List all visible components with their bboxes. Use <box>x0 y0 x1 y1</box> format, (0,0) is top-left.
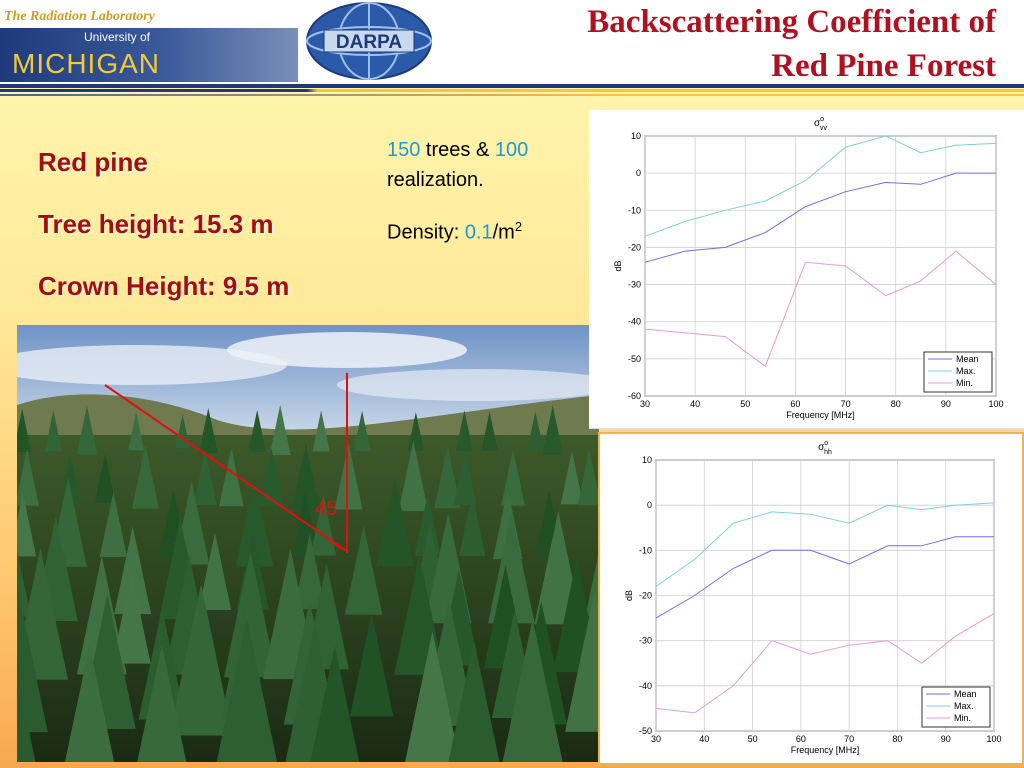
y-tick-label: 10 <box>642 455 652 465</box>
title-line-1: Backscattering Coefficient of <box>587 4 996 40</box>
chart-title: σo hh <box>818 440 832 456</box>
density-label: Density: <box>387 221 465 244</box>
x-tick-label: 50 <box>740 399 750 409</box>
header-rule-accent <box>0 89 1024 92</box>
chart-title-subscript: vv <box>820 125 828 132</box>
realization-text: realization. <box>387 169 484 191</box>
x-tick-label: 70 <box>841 399 851 409</box>
x-axis-label: Frequency [MHz] <box>786 410 855 420</box>
x-tick-label: 40 <box>699 734 709 744</box>
y-tick-label: -60 <box>628 391 641 401</box>
legend-entry: Max. <box>956 366 976 376</box>
y-tick-label: -30 <box>628 280 641 290</box>
y-tick-label: 10 <box>631 131 641 141</box>
x-tick-label: 60 <box>796 734 806 744</box>
lab-name: The Radiation Laboratory <box>4 9 155 24</box>
sigma-hh-chart: 30 40 50 60 70 80 90 100 10 0 -10 -20 -30 -40 -50 Frequ… <box>598 432 1024 765</box>
chart-title-superscript: o <box>824 440 828 447</box>
incidence-angle-label: 45 <box>315 498 337 520</box>
y-tick-label: -40 <box>628 317 641 327</box>
x-tick-label: 100 <box>988 399 1003 409</box>
header-rule-thin <box>0 94 1024 96</box>
y-tick-label: 0 <box>647 500 652 510</box>
michigan-logo: University of MICHIGAN <box>0 28 298 82</box>
y-tick-label: -10 <box>628 205 641 215</box>
y-tick-label: -50 <box>628 354 641 364</box>
x-tick-label: 90 <box>941 734 951 744</box>
university-of-text: University of <box>84 30 151 44</box>
y-axis-label: dB <box>613 260 623 271</box>
forest-rendering: 45 <box>17 325 599 762</box>
x-tick-label: 30 <box>640 399 650 409</box>
y-tick-label: 0 <box>636 168 641 178</box>
sigma-hh-plot: 30 40 50 60 70 80 90 100100-10-20-30-40-50Frequ… <box>624 440 1002 755</box>
x-tick-label: 70 <box>844 734 854 744</box>
x-tick-label: 100 <box>986 734 1001 744</box>
legend-entry: Mean <box>956 354 979 364</box>
sigma-vv-plot: 30 40 50 60 70 80 90 100100-10-20-30-40-50-60Fr… <box>613 116 1004 420</box>
title-line-2: Red Pine Forest <box>771 48 996 84</box>
michigan-text: MICHIGAN <box>12 48 160 79</box>
x-axis-label: Frequency [MHz] <box>791 745 860 755</box>
darpa-globe-icon: DARPA <box>306 2 432 80</box>
chart-title-superscript: o <box>820 116 824 123</box>
slide-title: Backscattering Coefficient of Red Pine F… <box>587 0 996 88</box>
header-rule <box>0 84 1024 88</box>
x-tick-label: 30 <box>651 734 661 744</box>
x-tick-label: 80 <box>892 734 902 744</box>
trees-text: trees & <box>420 139 495 161</box>
sigma-vv-chart: 30 40 50 60 70 80 90 100 10 0 -10 -20 -30 -40 -50 -60 Fr… <box>589 110 1024 429</box>
y-tick-label: -10 <box>639 545 652 555</box>
density-unit: /m <box>492 221 515 244</box>
y-tick-label: -30 <box>639 636 652 646</box>
x-tick-label: 90 <box>941 399 951 409</box>
y-tick-label: -20 <box>639 591 652 601</box>
realizations-count: 100 <box>494 139 529 161</box>
density-exponent: 2 <box>514 219 523 234</box>
density-value: 0.1 <box>464 221 493 244</box>
legend-entry: Min. <box>954 713 971 723</box>
y-tick-label: -50 <box>639 726 652 736</box>
y-axis-label: dB <box>624 590 634 601</box>
chart-title: σo vv <box>814 116 828 132</box>
tree-height-label: Tree height: 15.3 m <box>38 209 274 239</box>
legend-entry: Mean <box>954 689 977 699</box>
y-tick-label: -40 <box>639 681 652 691</box>
forest-scene-image: 45 <box>17 325 599 762</box>
darpa-text: DARPA <box>336 32 402 53</box>
slide-header: The Radiation Laboratory University of M… <box>0 0 1024 84</box>
chart-title-subscript: hh <box>824 449 832 456</box>
legend-entry: Max. <box>954 701 974 711</box>
legend-entry: Min. <box>956 378 973 388</box>
density-info: Density: 0.1/m2 <box>387 212 522 248</box>
x-tick-label: 80 <box>891 399 901 409</box>
trees-count: 150 <box>387 139 421 161</box>
x-tick-label: 40 <box>690 399 700 409</box>
x-tick-label: 60 <box>790 399 800 409</box>
x-tick-label: 50 <box>748 734 758 744</box>
darpa-logo: DARPA <box>300 0 438 82</box>
species-label: Red pine <box>38 147 148 177</box>
y-tick-label: -20 <box>628 242 641 252</box>
crown-height-label: Crown Height: 9.5 m <box>38 271 290 301</box>
simulation-info: 150 trees & 100 realization. <box>387 135 528 195</box>
